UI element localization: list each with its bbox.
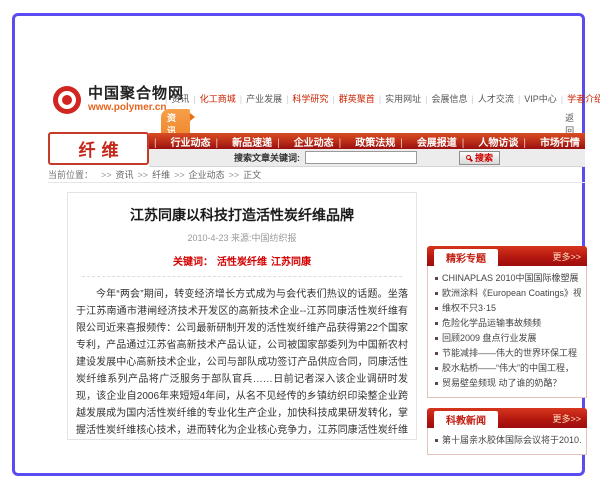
sidebar-box-title-tab[interactable]: 科教新闻 <box>434 411 498 428</box>
breadcrumb-links: 资讯纤维企业动态正文 <box>97 168 261 181</box>
article-paragraph: 今年“两会”期间，转变经济增长方式成为与会代表们热议的话题。坐落于江苏南通市港闸… <box>68 286 416 440</box>
sidebar-item-label: 欧洲涂料《European Coatings》视频 <box>442 288 581 299</box>
channel-nav-link[interactable]: 人物访谈 <box>462 134 519 149</box>
sidebar-item-label: 节能减排——伟大的世界环保工程 <box>442 348 577 359</box>
topnav-link[interactable]: 产业发展 <box>236 92 282 105</box>
breadcrumb-link[interactable]: 企业动态 <box>170 168 225 181</box>
channel-tab-label: 纤维 <box>73 136 125 161</box>
sidebar-box-title-tab[interactable]: 精彩专题 <box>434 249 498 266</box>
bullet-icon <box>435 337 438 340</box>
keywords-label: 关键词： <box>173 257 213 268</box>
sidebar-box-scitech-news: 科教新闻 更多>> 第十届亲水胶体国际会议将于2010… <box>427 408 587 455</box>
topnav-link[interactable]: 化工商城 <box>189 92 235 105</box>
keyword-link[interactable]: 江苏同康 <box>271 257 311 268</box>
sidebar-item-label: 第十届亲水胶体国际会议将于2010… <box>442 435 581 446</box>
bullet-icon <box>435 352 438 355</box>
sidebar-list-item[interactable]: CHINAPLAS 2010中国国际橡塑展 <box>433 271 581 286</box>
bullet-icon <box>435 307 438 310</box>
topnav-link[interactable]: 实用网址 <box>375 92 421 105</box>
article-panel: 江苏同康以科技打造活性炭纤维品牌 2010-4-23 来源:中国纺织报 关键词：… <box>67 192 417 440</box>
sidebar-item-label: 贸易壁垒频现 动了谁的奶酪？ <box>442 378 562 389</box>
keyword-links: 活性炭纤维江苏同康 <box>213 257 311 268</box>
search-input[interactable] <box>305 151 417 164</box>
bullet-icon <box>435 277 438 280</box>
sidebar-box-header: 精彩专题 更多>> <box>427 246 587 266</box>
channel-nav-link[interactable]: 企业动态 <box>277 134 334 149</box>
topnav-link[interactable]: 科学研究 <box>282 92 328 105</box>
page-frame-border: 中国聚合物网 www.polymer.cn 资讯化工商城产业发展科学研究群英聚首… <box>12 13 585 476</box>
polymer-logo-icon <box>53 86 81 114</box>
channel-nav-bar: 行业动态新品速递企业动态政策法规会展报道人物访谈市场行情 <box>149 133 585 149</box>
keyword-link[interactable]: 活性炭纤维 <box>217 257 267 268</box>
sidebar-item-label: 胶水粘桥——“伟大”的中国工程， <box>442 363 574 374</box>
search-icon <box>466 155 471 160</box>
topnav-link[interactable]: 学者介绍 <box>557 92 600 105</box>
sidebar-news-list: 第十届亲水胶体国际会议将于2010… <box>427 428 587 455</box>
sidebar-list-item[interactable]: 维权不只3·15 <box>433 301 581 316</box>
topnav-link[interactable]: 资讯 <box>161 92 189 105</box>
sidebar-list-item[interactable]: 欧洲涂料《European Coatings》视频 <box>433 286 581 301</box>
breadcrumb-link[interactable]: 资讯 <box>97 168 134 181</box>
channel-nav-link[interactable]: 会展报道 <box>400 134 457 149</box>
bullet-icon <box>435 439 438 442</box>
bullet-icon <box>435 367 438 370</box>
sidebar-item-label: 回顾2009 盘点行业发展 <box>442 333 537 344</box>
sidebar-box-topics: 精彩专题 更多>> CHINAPLAS 2010中国国际橡塑展 欧洲涂料《Eur… <box>427 246 587 398</box>
search-button-label: 搜索 <box>475 151 493 164</box>
topnav-link[interactable]: 群英聚首 <box>328 92 374 105</box>
search-label: 搜索文章关键词: <box>234 151 300 164</box>
search-bar: 搜索文章关键词: 搜索 <box>149 149 585 167</box>
sidebar-list-item[interactable]: 胶水粘桥——“伟大”的中国工程， <box>433 361 581 376</box>
topnav-row1: 资讯化工商城产业发展科学研究群英聚首实用网址会展信息人才交流VIP中心学者介绍论… <box>161 92 585 105</box>
article-title: 江苏同康以科技打造活性炭纤维品牌 <box>68 205 416 225</box>
more-link[interactable]: 更多>> <box>552 412 581 425</box>
breadcrumb-prefix: 当前位置： <box>48 168 93 181</box>
topnav-link[interactable]: 会展信息 <box>421 92 467 105</box>
sidebar-topic-list: CHINAPLAS 2010中国国际橡塑展 欧洲涂料《European Coat… <box>427 266 587 398</box>
sidebar-list-item[interactable]: 危险化学品运输事故频频 <box>433 316 581 331</box>
channel-nav-link[interactable]: 新品速递 <box>216 134 273 149</box>
breadcrumb-link[interactable]: 纤维 <box>134 168 171 181</box>
sidebar-item-label: 维权不只3·15 <box>442 303 496 314</box>
sidebar-list-item[interactable]: 节能减排——伟大的世界环保工程 <box>433 346 581 361</box>
channel-nav-link[interactable]: 政策法规 <box>339 134 396 149</box>
sidebar-list-item[interactable]: 回顾2009 盘点行业发展 <box>433 331 581 346</box>
bullet-icon <box>435 292 438 295</box>
page: 中国聚合物网 www.polymer.cn 资讯化工商城产业发展科学研究群英聚首… <box>0 0 600 484</box>
article-date-source: 2010-4-23 来源:中国纺织报 <box>68 231 416 244</box>
more-link[interactable]: 更多>> <box>552 250 581 263</box>
sidebar-list-item[interactable]: 贸易壁垒频现 动了谁的奶酪？ <box>433 376 581 391</box>
bullet-icon <box>435 322 438 325</box>
sidebar-item-label: CHINAPLAS 2010中国国际橡塑展 <box>442 273 579 284</box>
channel-tab-fiber[interactable]: 纤维 <box>48 132 149 165</box>
breadcrumb-link[interactable]: 正文 <box>225 168 262 181</box>
channel-nav-link[interactable]: 市场行情 <box>523 134 580 149</box>
sidebar: 精彩专题 更多>> CHINAPLAS 2010中国国际橡塑展 欧洲涂料《Eur… <box>427 246 587 465</box>
topnav-link[interactable]: 人才交流 <box>468 92 514 105</box>
topnav-link[interactable]: VIP中心 <box>514 92 557 105</box>
sidebar-list-item[interactable]: 第十届亲水胶体国际会议将于2010… <box>433 433 581 448</box>
breadcrumb: 当前位置： 资讯纤维企业动态正文 <box>48 169 585 183</box>
sidebar-item-label: 危险化学品运输事故频频 <box>442 318 541 329</box>
search-button[interactable]: 搜索 <box>459 151 500 165</box>
sidebar-box-header: 科教新闻 更多>> <box>427 408 587 428</box>
bullet-icon <box>435 382 438 385</box>
channel-nav-link[interactable]: 行业动态 <box>154 134 211 149</box>
article-keywords: 关键词：活性炭纤维江苏同康 <box>82 253 402 277</box>
